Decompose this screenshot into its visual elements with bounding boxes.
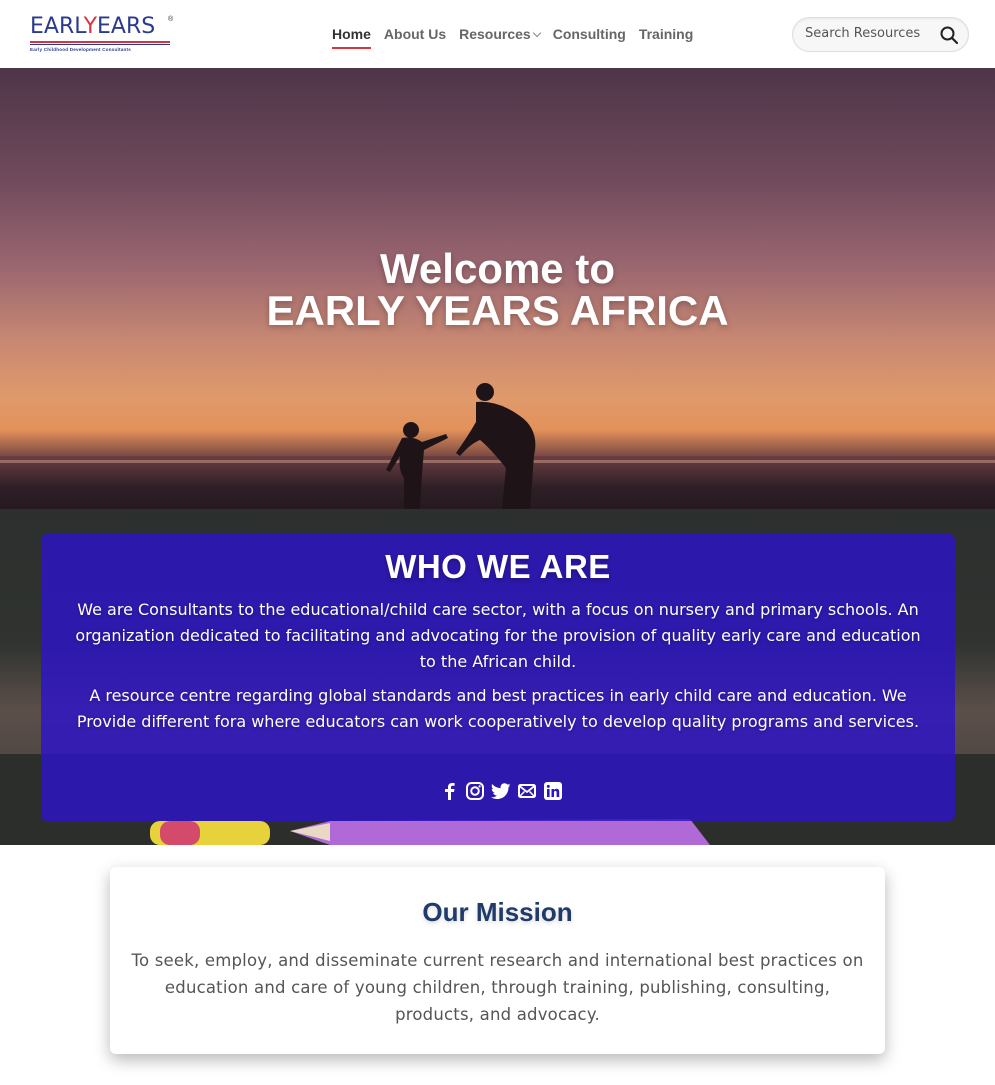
parent-child-silhouette: [386, 383, 536, 509]
chevron-down-icon: [532, 28, 541, 38]
who-we-are-title: WHO WE ARE: [385, 548, 611, 585]
who-we-are-card: WHO WE ARE We are Consultants to the edu…: [41, 534, 955, 821]
nav-consulting[interactable]: Consulting: [553, 25, 626, 49]
nav-training[interactable]: Training: [639, 25, 693, 49]
search-icon[interactable]: [939, 25, 959, 45]
logo-underline-2: [30, 44, 170, 45]
nav-home[interactable]: Home: [332, 25, 371, 49]
search-box: [792, 17, 969, 52]
who-paragraph-1: We are Consultants to the educational/ch…: [75, 600, 921, 671]
nav-about-us[interactable]: About Us: [384, 25, 446, 49]
site-header: EARLYEARS ® Early Childhood Development …: [0, 0, 995, 68]
logo[interactable]: EARLYEARS ® Early Childhood Development …: [30, 14, 175, 54]
mission-text: To seek, employ, and disseminate current…: [131, 951, 864, 1024]
instagram-icon[interactable]: [465, 781, 485, 801]
hero-banner: Welcome to EARLY YEARS AFRICA: [0, 68, 995, 509]
social-links: [439, 781, 563, 801]
logo-wordmark: EARLYEARS: [30, 14, 156, 39]
who-paragraph-2: A resource centre regarding global stand…: [76, 686, 920, 731]
linkedin-icon[interactable]: [543, 781, 563, 801]
logo-tagline: Early Childhood Development Consultants: [30, 47, 131, 52]
search-input[interactable]: [805, 26, 935, 41]
facebook-icon[interactable]: [439, 781, 459, 801]
logo-underline: [30, 41, 170, 43]
email-icon[interactable]: [517, 781, 537, 801]
registered-mark: ®: [168, 16, 174, 23]
hero-heading: Welcome to EARLY YEARS AFRICA: [266, 245, 729, 334]
main-nav: Home About Us Resources Consulting Train…: [332, 25, 706, 49]
twitter-icon[interactable]: [491, 781, 511, 801]
mission-title: Our Mission: [422, 897, 573, 927]
nav-resources[interactable]: Resources: [459, 25, 541, 49]
mission-card: Our Mission To seek, employ, and dissemi…: [110, 867, 885, 1054]
